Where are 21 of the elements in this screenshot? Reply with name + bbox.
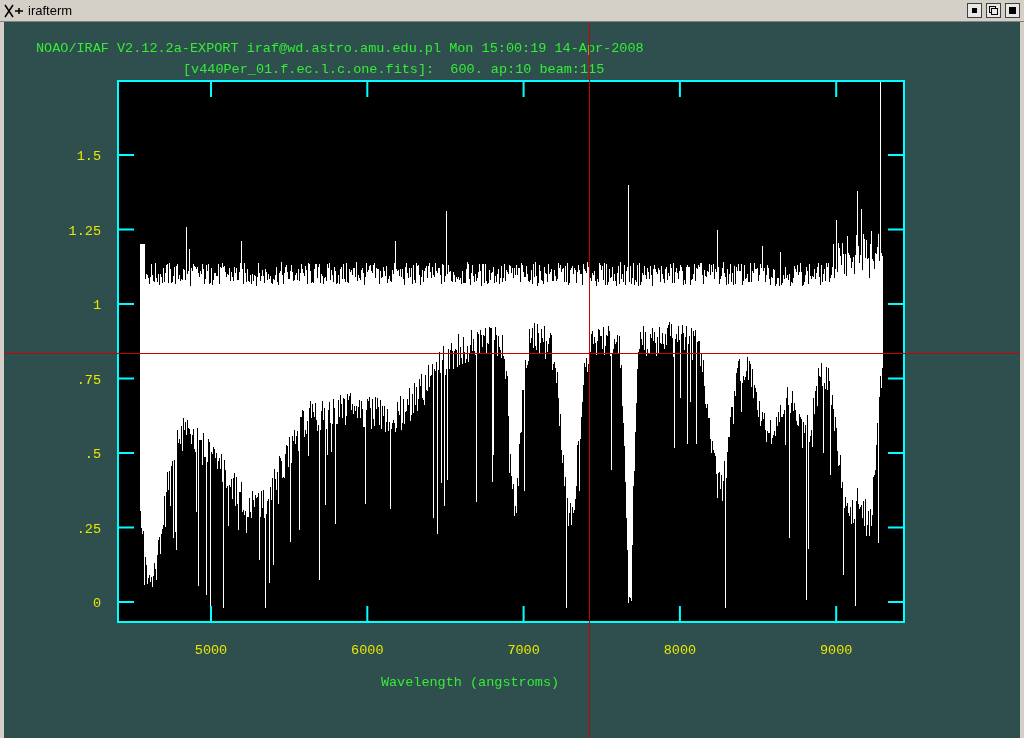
x-tick-label: 8000	[663, 643, 697, 658]
x-tick-label: 6000	[351, 643, 384, 658]
maximize-icon	[989, 6, 998, 15]
window-title: irafterm	[28, 1, 73, 20]
x-tick-label: 7000	[507, 643, 540, 658]
window-menu-icon[interactable]	[4, 3, 24, 18]
x-tick-label: 9000	[820, 643, 853, 658]
y-tick-label: 1	[92, 298, 101, 313]
y-tick-label: .25	[76, 521, 101, 537]
close-icon	[1008, 6, 1017, 15]
x-tick-label: 5000	[194, 643, 228, 658]
y-tick-label: .5	[84, 447, 101, 462]
close-button[interactable]	[1005, 3, 1020, 18]
y-tick-label: .75	[76, 372, 101, 388]
x-axis-title: Wavelength (angstroms)	[380, 675, 560, 690]
minimize-button[interactable]	[967, 3, 982, 18]
y-tick-label: 1.5	[76, 149, 101, 164]
y-tick-label: 1.25	[68, 223, 101, 239]
maximize-button[interactable]	[986, 3, 1001, 18]
minimize-icon	[972, 8, 977, 13]
y-tick-label: 0	[92, 596, 101, 611]
